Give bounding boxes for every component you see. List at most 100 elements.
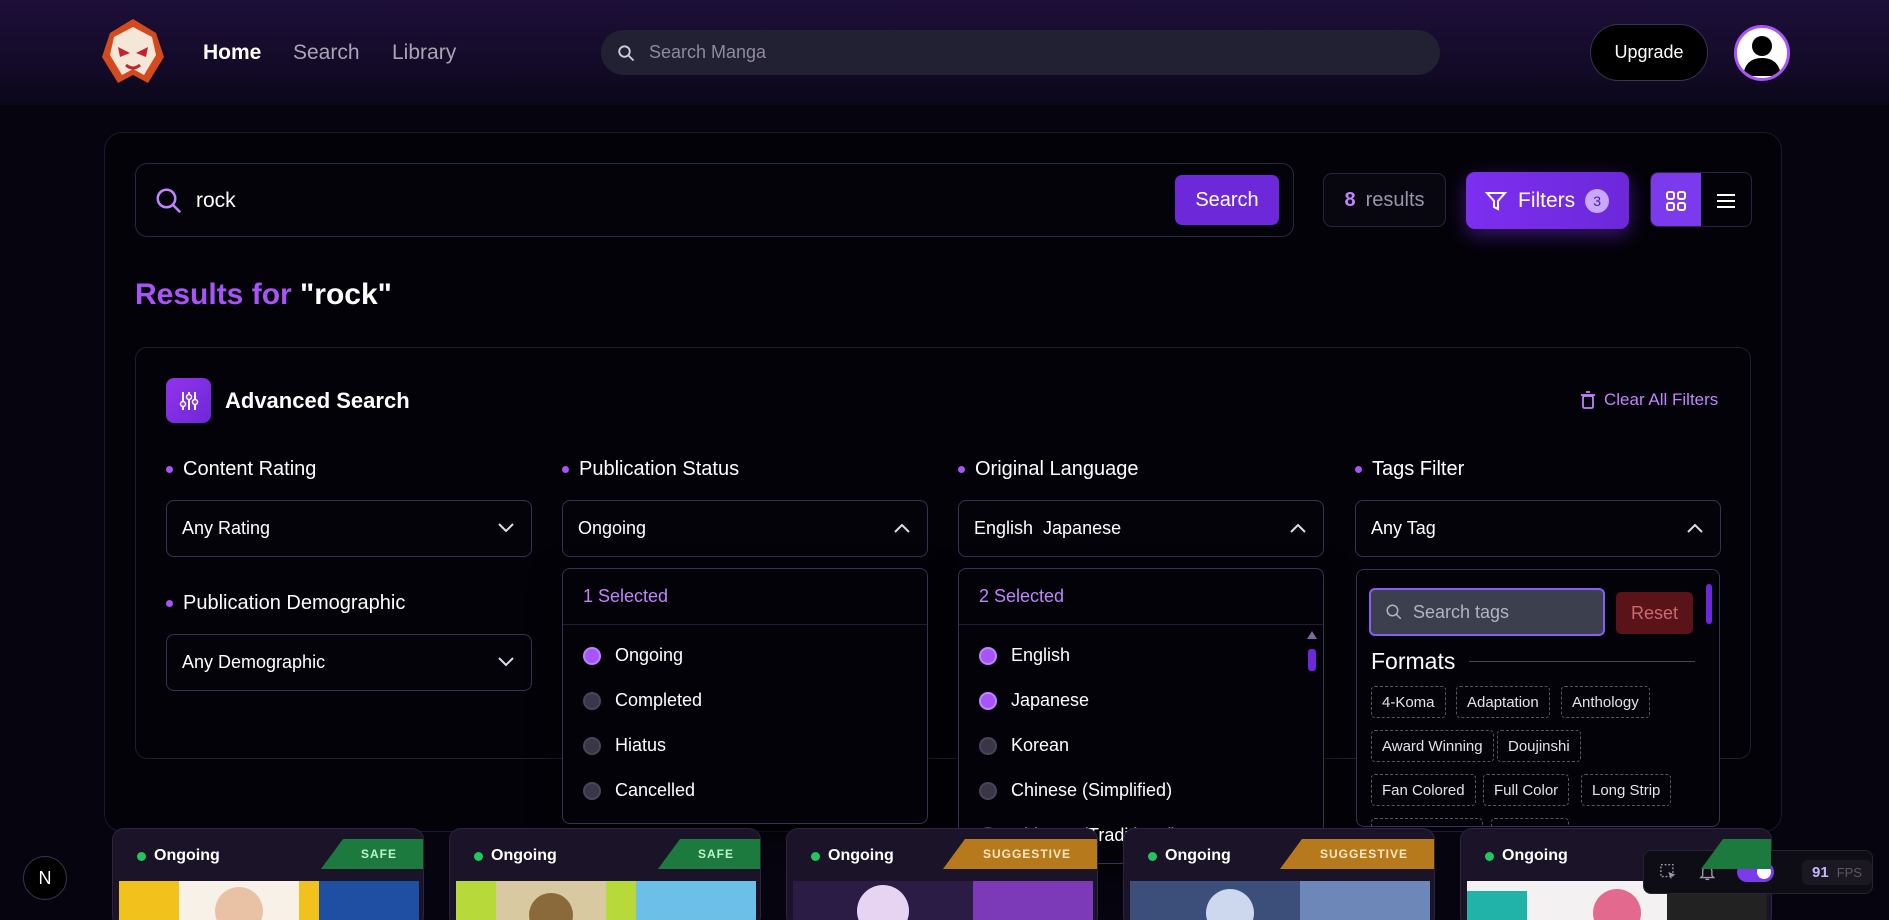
content-rating-badge: SUGGESTIVE bbox=[1279, 839, 1434, 869]
query-text: rock bbox=[196, 189, 236, 212]
chevron-up-icon bbox=[1687, 523, 1703, 533]
upgrade-button[interactable]: Upgrade bbox=[1590, 24, 1708, 81]
manga-card[interactable]: Ongoing SAFE bbox=[112, 828, 424, 920]
search-icon bbox=[156, 188, 182, 214]
tag-search-input[interactable]: Search tags bbox=[1369, 588, 1605, 636]
manga-card[interactable]: Ongoing SUGGESTIVE bbox=[786, 828, 1098, 920]
view-toggle[interactable] bbox=[1650, 172, 1752, 227]
manga-cover-image bbox=[1130, 881, 1430, 920]
nav-search[interactable]: Search bbox=[293, 41, 360, 65]
card-status: Ongoing bbox=[811, 847, 894, 865]
content-rating-label: Content Rating bbox=[166, 458, 316, 481]
content-rating-badge: SUGGESTIVE bbox=[942, 839, 1097, 869]
original-language-dropdown: 2 Selected English Japanese Korean Chine… bbox=[958, 568, 1324, 864]
manga-cover-image bbox=[119, 881, 419, 920]
tags-dropdown: Search tags Reset Formats 4-Koma Adaptat… bbox=[1356, 569, 1720, 827]
manga-cover-image bbox=[793, 881, 1093, 920]
publication-status-select[interactable]: Ongoing bbox=[562, 500, 928, 557]
radio-icon bbox=[583, 781, 601, 800]
tags-filter-select[interactable]: Any Tag bbox=[1355, 500, 1721, 557]
trash-icon bbox=[1581, 391, 1595, 409]
demographic-select[interactable]: Any Demographic bbox=[166, 634, 532, 691]
list-icon bbox=[1717, 193, 1735, 208]
tag-chip[interactable]: Doujinshi bbox=[1497, 730, 1581, 762]
user-icon bbox=[1743, 36, 1781, 76]
advanced-search-title: Advanced Search bbox=[225, 388, 410, 413]
language-option[interactable]: Chinese (Simplified) bbox=[979, 780, 1172, 801]
tag-chip[interactable]: Award Winning bbox=[1371, 730, 1494, 762]
manga-card[interactable]: Ongoing SAFE bbox=[449, 828, 761, 920]
tag-reset-button[interactable]: Reset bbox=[1616, 592, 1693, 634]
chevron-up-icon bbox=[1290, 523, 1306, 533]
card-status: Ongoing bbox=[474, 847, 557, 865]
language-selected-count: 2 Selected bbox=[959, 569, 1323, 625]
dropdown-scrollbar[interactable] bbox=[1307, 631, 1317, 857]
card-status: Ongoing bbox=[1148, 847, 1231, 865]
filter-icon bbox=[1484, 191, 1508, 211]
tag-chip[interactable]: Fan Colored bbox=[1371, 774, 1476, 806]
radio-checked-icon bbox=[583, 646, 601, 665]
chevron-down-icon bbox=[498, 523, 514, 533]
content-rating-select[interactable]: Any Rating bbox=[166, 500, 532, 557]
status-option[interactable]: Cancelled bbox=[583, 780, 695, 801]
tag-chip[interactable]: Long Strip bbox=[1581, 774, 1672, 806]
radio-icon bbox=[583, 691, 601, 710]
global-search-input[interactable]: Search Manga bbox=[601, 30, 1440, 75]
language-option[interactable]: Japanese bbox=[979, 690, 1089, 711]
radio-icon bbox=[979, 736, 997, 755]
grid-icon bbox=[1666, 190, 1686, 211]
original-language-label: Original Language bbox=[958, 458, 1138, 481]
grid-view-button[interactable] bbox=[1651, 173, 1701, 226]
tag-chip[interactable]: 4-Koma bbox=[1371, 686, 1446, 718]
publication-status-label: Publication Status bbox=[562, 458, 739, 481]
card-status: Ongoing bbox=[137, 847, 220, 865]
status-option[interactable]: Hiatus bbox=[583, 735, 666, 756]
tag-chip[interactable] bbox=[1371, 818, 1483, 826]
filters-button[interactable]: Filters 3 bbox=[1466, 172, 1629, 229]
manga-card[interactable]: Ongoing SUGGESTIVE bbox=[1123, 828, 1435, 920]
nextjs-dev-badge[interactable]: N bbox=[23, 856, 67, 900]
manga-cover-image bbox=[456, 881, 756, 920]
user-avatar[interactable] bbox=[1734, 25, 1790, 81]
list-view-button[interactable] bbox=[1701, 173, 1751, 226]
tags-scrollbar[interactable] bbox=[1706, 584, 1712, 624]
original-language-select[interactable]: English Japanese bbox=[958, 500, 1324, 557]
tag-chip[interactable] bbox=[1491, 818, 1569, 826]
tags-filter-label: Tags Filter bbox=[1355, 458, 1464, 481]
tag-section-heading: Formats bbox=[1371, 648, 1695, 675]
fps-counter: 91 FPS bbox=[1802, 859, 1872, 885]
publication-status-dropdown: 1 Selected Ongoing Completed Hiatus Canc… bbox=[562, 568, 928, 824]
demographic-label: Publication Demographic bbox=[166, 592, 405, 615]
radio-checked-icon bbox=[979, 646, 997, 665]
tag-chip[interactable]: Full Color bbox=[1483, 774, 1570, 806]
tag-chip[interactable]: Adaptation bbox=[1456, 686, 1550, 718]
site-logo-icon[interactable] bbox=[98, 17, 168, 87]
language-option[interactable]: Korean bbox=[979, 735, 1069, 756]
search-icon bbox=[1386, 604, 1402, 620]
status-option[interactable]: Completed bbox=[583, 690, 702, 711]
radio-checked-icon bbox=[979, 691, 997, 710]
content-rating-badge: SAFE bbox=[320, 839, 423, 869]
select-element-icon[interactable] bbox=[1660, 863, 1677, 881]
language-option[interactable]: English bbox=[979, 645, 1070, 666]
card-status: Ongoing bbox=[1485, 847, 1568, 865]
clear-all-filters-button[interactable]: Clear All Filters bbox=[1580, 390, 1718, 410]
global-search-placeholder: Search Manga bbox=[649, 42, 767, 62]
sliders-icon bbox=[166, 378, 211, 423]
content-rating-badge: SAFE bbox=[657, 839, 760, 869]
status-option[interactable]: Ongoing bbox=[583, 645, 683, 666]
search-icon bbox=[618, 44, 635, 61]
chevron-down-icon bbox=[498, 657, 514, 667]
radio-icon bbox=[979, 781, 997, 800]
radio-icon bbox=[583, 736, 601, 755]
tag-chip[interactable]: Anthology bbox=[1561, 686, 1650, 718]
results-count: 8 results bbox=[1323, 173, 1446, 227]
nav-home[interactable]: Home bbox=[203, 41, 261, 65]
results-title: Results for "rock" bbox=[135, 278, 392, 311]
search-button[interactable]: Search bbox=[1175, 175, 1279, 225]
filters-count-badge: 3 bbox=[1585, 188, 1610, 213]
nav-library[interactable]: Library bbox=[392, 41, 456, 65]
status-selected-count: 1 Selected bbox=[563, 569, 927, 625]
chevron-up-icon bbox=[894, 523, 910, 533]
query-input[interactable]: rock bbox=[135, 163, 1294, 237]
